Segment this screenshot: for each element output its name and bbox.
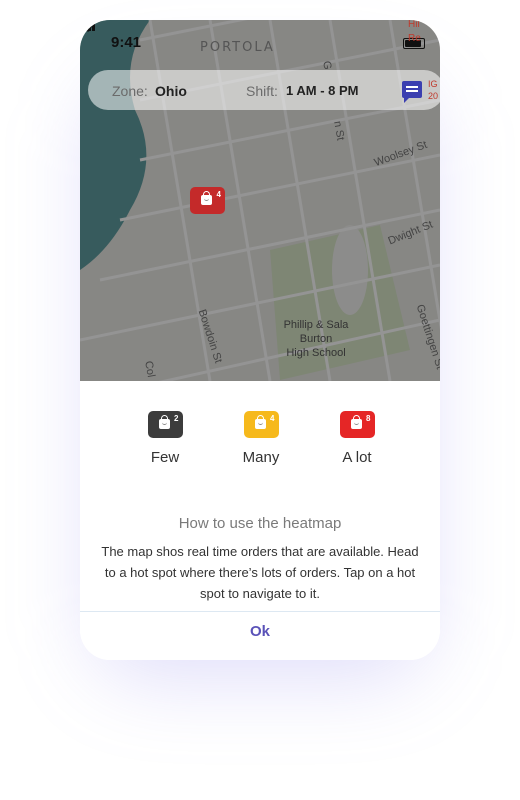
shopping-bag-icon	[254, 415, 266, 429]
zone-value: Ohio	[155, 83, 187, 99]
legend-item-alot: 8 A lot	[322, 411, 392, 466]
hotspot-count: 4	[216, 190, 221, 199]
map-edge-label-line2: 20	[428, 91, 439, 101]
legend-label-few: Few	[150, 449, 180, 466]
legend-marker-few: 2	[147, 411, 183, 438]
ok-button[interactable]: Ok	[210, 623, 310, 647]
shopping-bag-icon	[350, 415, 362, 429]
heatmap-help-title: How to use the heatmap	[178, 515, 342, 532]
heatmap-map[interactable]: 9:41 PORTOLA Zone: Ohio Shift: 1 AM - 8 …	[80, 20, 440, 381]
status-bar: 9:41 PORTOLA	[80, 20, 440, 66]
divider	[80, 611, 440, 612]
map-corner-label-line2: Re	[408, 33, 421, 44]
school-label: Phillip & Sala Burton High School	[268, 318, 364, 360]
map-area-label: PORTOLA	[200, 40, 275, 55]
legend-label-alot: A lot	[342, 449, 372, 466]
chat-icon[interactable]	[402, 81, 422, 103]
shopping-bag-icon	[158, 415, 170, 429]
map-corner-label-line1: Hil	[408, 20, 420, 30]
map-edge-label-line1: IG	[428, 79, 438, 89]
legend-label-many: Many	[242, 449, 280, 466]
legend-item-few: 2 Few	[130, 411, 200, 466]
shopping-bag-icon	[201, 191, 212, 205]
street-label-fragment: Col	[142, 360, 157, 379]
shift-label: Shift:	[246, 83, 278, 99]
map-corner-label: Hil Re	[408, 20, 421, 46]
status-time: 9:41	[111, 34, 142, 51]
legend-count-alot: 8	[366, 414, 371, 423]
hotspot-marker[interactable]: 4	[190, 187, 225, 214]
legend-count-many: 4	[270, 414, 275, 423]
legend-marker-alot: 8	[339, 411, 375, 438]
legend-count-few: 2	[174, 414, 179, 423]
shift-value: 1 AM - 8 PM	[286, 83, 359, 98]
zone-shift-bar: Zone: Ohio Shift: 1 AM - 8 PM	[88, 70, 440, 110]
heatmap-help-sheet: 2 Few 4 Many 8 A lot How to use the heat…	[80, 381, 440, 660]
wifi-icon	[80, 20, 96, 32]
legend-item-many: 4 Many	[226, 411, 296, 466]
phone-frame: 9:41 PORTOLA Zone: Ohio Shift: 1 AM - 8 …	[80, 20, 440, 660]
zone-label: Zone:	[112, 83, 148, 99]
school-name-line2: High School	[286, 347, 346, 359]
map-edge-label: IG 20	[428, 78, 438, 102]
legend-marker-many: 4	[243, 411, 279, 438]
heatmap-help-text: The map shos real time orders that are a…	[101, 544, 419, 601]
school-name-line1: Phillip & Sala Burton	[283, 319, 349, 345]
